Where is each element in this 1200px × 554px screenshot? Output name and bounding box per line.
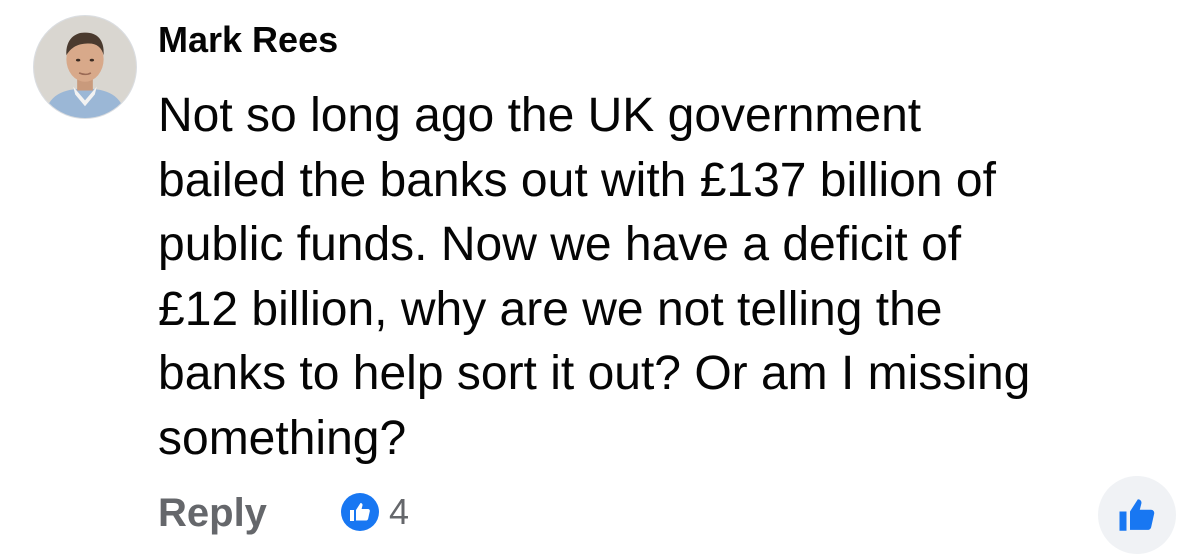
thumbs-up-icon (341, 493, 379, 531)
comment-text-line: Not so long ago the UK government (158, 89, 922, 142)
comment-text-line: bailed the banks out with £137 billion o… (158, 153, 996, 207)
reaction-count: 4 (389, 491, 410, 532)
profile-photo (34, 16, 136, 118)
reply-button[interactable]: Reply (158, 490, 267, 536)
avatar[interactable] (33, 15, 137, 119)
comment-text-line: public funds. Now we have a deficit of (158, 218, 962, 272)
like-button[interactable] (1098, 476, 1176, 554)
comment-text: Not so long ago the UK government bailed… (158, 84, 1168, 472)
reaction-summary[interactable]: 4 (341, 491, 409, 533)
comment-text-line: £12 billion, why are we not telling the (158, 282, 943, 336)
thumbs-up-icon (1119, 499, 1155, 531)
comment-author[interactable]: Mark Rees (158, 19, 338, 61)
comment-text-line: something? (158, 411, 407, 465)
comment-text-line: banks to help sort it out? Or am I missi… (158, 347, 1031, 401)
